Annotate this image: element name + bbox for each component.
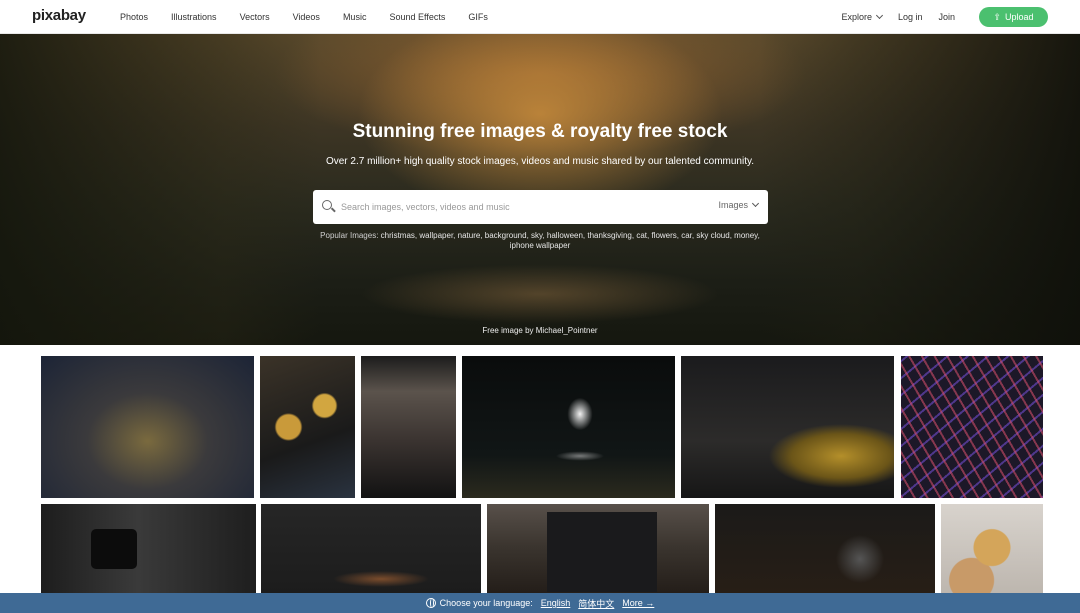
hero-banner: Stunning free images & royalty free stoc… xyxy=(0,34,1080,345)
hero-title: Stunning free images & royalty free stoc… xyxy=(352,121,728,142)
tag-cat[interactable]: cat xyxy=(636,231,647,240)
tag-sky-cloud[interactable]: sky cloud xyxy=(696,231,729,240)
image-tile-car-window[interactable] xyxy=(361,356,456,498)
image-tile-vintage-car[interactable] xyxy=(681,356,894,498)
nav-photos[interactable]: Photos xyxy=(120,12,148,22)
login-link[interactable]: Log in xyxy=(898,12,923,22)
nav-links: Photos Illustrations Vectors Videos Musi… xyxy=(120,0,511,34)
nav-videos[interactable]: Videos xyxy=(293,12,320,22)
tag-halloween[interactable]: halloween xyxy=(547,231,583,240)
language-english[interactable]: English xyxy=(541,598,571,608)
globe-icon xyxy=(425,598,436,608)
tag-background[interactable]: background xyxy=(485,231,527,240)
popular-lead: Popular Images: xyxy=(320,231,379,240)
image-tile-egret[interactable] xyxy=(462,356,675,498)
tag-sky[interactable]: sky xyxy=(531,231,542,240)
hero-subtitle: Over 2.7 million+ high quality stock ima… xyxy=(325,156,755,167)
tag-thanksgiving[interactable]: thanksgiving xyxy=(587,231,631,240)
tag-nature[interactable]: nature xyxy=(458,231,481,240)
language-bar: Choose your language: English 简体中文 More … xyxy=(0,593,1080,613)
explore-label: Explore xyxy=(841,12,872,22)
image-tile-village-night[interactable] xyxy=(41,356,254,498)
tag-flowers[interactable]: flowers xyxy=(651,231,676,240)
search-bar: Images xyxy=(313,190,768,224)
nav-illustrations[interactable]: Illustrations xyxy=(171,12,217,22)
language-chinese[interactable]: 简体中文 xyxy=(578,597,614,610)
hero-background-lake xyxy=(360,264,720,324)
tag-christmas[interactable]: christmas xyxy=(381,231,415,240)
image-credit[interactable]: Free image by Michael_Pointner xyxy=(0,326,1080,335)
image-tile-pattern[interactable] xyxy=(901,356,1043,498)
upload-label: Upload xyxy=(1005,12,1034,22)
search-type-label: Images xyxy=(718,200,748,210)
tag-money[interactable]: money xyxy=(734,231,757,240)
nav-music[interactable]: Music xyxy=(343,12,367,22)
tag-iphone-wallpaper[interactable]: iphone wallpaper xyxy=(510,241,571,250)
language-more[interactable]: More → xyxy=(622,598,654,608)
nav-sound-effects[interactable]: Sound Effects xyxy=(389,12,445,22)
upload-button[interactable]: ⇪ Upload xyxy=(979,7,1048,27)
explore-menu[interactable]: Explore xyxy=(841,11,883,22)
join-link[interactable]: Join xyxy=(938,12,955,22)
nav-right: Explore Log in Join ⇪ Upload xyxy=(825,0,1048,34)
chevron-down-icon xyxy=(751,199,760,208)
search-icon xyxy=(322,200,332,210)
language-label: Choose your language: xyxy=(439,598,533,608)
pixabay-logo[interactable]: pixabay xyxy=(32,7,86,24)
top-navigation: pixabay Photos Illustrations Vectors Vid… xyxy=(0,0,1080,34)
popular-searches: Popular Images: christmas, wallpaper, na… xyxy=(320,231,760,250)
chevron-down-icon xyxy=(875,11,883,20)
nav-vectors[interactable]: Vectors xyxy=(240,12,270,22)
image-tile-food[interactable] xyxy=(260,356,355,498)
hero-background-right xyxy=(760,34,1080,345)
search-input[interactable] xyxy=(341,198,701,216)
tag-wallpaper[interactable]: wallpaper xyxy=(419,231,453,240)
hero-background-left xyxy=(0,34,320,345)
tag-car[interactable]: car xyxy=(681,231,692,240)
upload-icon: ⇪ xyxy=(993,11,1001,22)
nav-gifs[interactable]: GIFs xyxy=(468,12,488,22)
search-type-select[interactable]: Images xyxy=(718,199,760,210)
